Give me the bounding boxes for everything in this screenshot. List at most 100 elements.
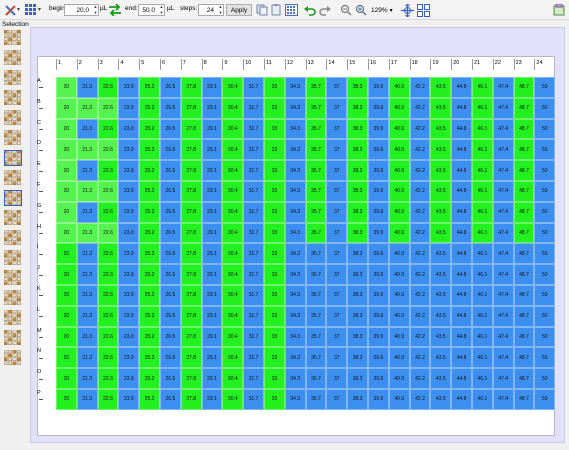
well-cell[interactable]: 23.9 <box>118 97 140 119</box>
well-cell[interactable]: 34.3 <box>284 389 306 410</box>
column-label[interactable]: 21 <box>474 60 480 66</box>
well-cell[interactable]: 47.4 <box>492 347 514 369</box>
well-cell[interactable]: 27.8 <box>180 77 202 98</box>
well-cell[interactable]: 37 <box>326 118 348 140</box>
well-cell[interactable]: 33 <box>264 222 285 244</box>
selection-pattern-icon[interactable] <box>3 109 22 126</box>
well-cell[interactable]: 48.7 <box>513 368 535 389</box>
well-cell[interactable]: 44.8 <box>451 139 472 161</box>
well-cell[interactable]: 48.7 <box>513 285 535 306</box>
well-cell[interactable]: 34.3 <box>284 285 306 306</box>
selection-pattern-icon[interactable] <box>3 169 22 186</box>
column-label[interactable]: 22 <box>495 60 501 66</box>
well-cell[interactable]: 31.7 <box>243 160 264 181</box>
row-label[interactable]: E <box>37 161 50 167</box>
well-cell[interactable]: 25.2 <box>139 326 160 348</box>
well-cell[interactable]: 22.6 <box>97 326 119 348</box>
well-cell[interactable]: 29.1 <box>201 347 223 369</box>
row-label[interactable]: H <box>37 224 50 230</box>
well-cell[interactable]: 48.7 <box>513 326 535 348</box>
well-cell[interactable]: 43.5 <box>430 368 452 389</box>
well-cell[interactable]: 22.6 <box>97 201 119 223</box>
selection-pattern-icon[interactable] <box>3 229 22 246</box>
well-cell[interactable]: 22.6 <box>97 181 119 202</box>
well-cell[interactable]: 43.5 <box>430 222 452 244</box>
well-cell[interactable]: 21.3 <box>76 118 98 140</box>
well-cell[interactable]: 46.1 <box>472 264 493 285</box>
well-cell[interactable]: 44.8 <box>451 201 472 223</box>
well-cell[interactable]: 27.8 <box>180 118 202 140</box>
well-cell[interactable]: 23.9 <box>118 368 140 389</box>
well-cell[interactable]: 30.4 <box>222 118 244 140</box>
well-cell[interactable]: 27.8 <box>180 181 202 202</box>
well-cell[interactable]: 33 <box>264 97 285 119</box>
well-cell[interactable]: 27.8 <box>180 201 202 223</box>
well-cell[interactable]: 50 <box>534 389 556 410</box>
well-cell[interactable]: 30.4 <box>222 222 244 244</box>
well-cell[interactable]: 25.2 <box>139 305 160 327</box>
well-cell[interactable]: 31.7 <box>243 139 264 161</box>
well-cell[interactable]: 31.7 <box>243 222 264 244</box>
selection-pattern-icon[interactable] <box>3 29 22 46</box>
well-cell[interactable]: 25.2 <box>139 139 160 161</box>
column-label[interactable]: 14 <box>328 60 334 66</box>
well-cell[interactable]: 44.8 <box>451 243 472 265</box>
row-label[interactable]: G <box>37 203 50 209</box>
well-cell[interactable]: 25.2 <box>139 77 160 98</box>
well-cell[interactable]: 27.8 <box>180 285 202 306</box>
well-cell[interactable]: 42.2 <box>409 97 431 119</box>
well-cell[interactable]: 39.6 <box>368 305 389 327</box>
well-cell[interactable]: 33 <box>264 305 285 327</box>
well-cell[interactable]: 29.1 <box>201 139 223 161</box>
well-cell[interactable]: 47.4 <box>492 368 514 389</box>
well-cell[interactable]: 26.5 <box>160 389 181 410</box>
well-cell[interactable]: 48.7 <box>513 181 535 202</box>
well-cell[interactable]: 27.8 <box>180 305 202 327</box>
well-cell[interactable]: 29.1 <box>201 222 223 244</box>
well-cell[interactable]: 31.7 <box>243 389 264 410</box>
well-cell[interactable]: 47.4 <box>492 77 514 98</box>
well-cell[interactable]: 48.7 <box>513 222 535 244</box>
well-cell[interactable]: 30.4 <box>222 389 244 410</box>
column-label[interactable]: 6 <box>162 60 165 66</box>
well-cell[interactable]: 25.2 <box>139 264 160 285</box>
well-cell[interactable]: 23.9 <box>118 222 140 244</box>
well-cell[interactable]: 26.5 <box>160 285 181 306</box>
well-cell[interactable]: 23.9 <box>118 264 140 285</box>
well-cell[interactable]: 21.3 <box>76 389 98 410</box>
well-cell[interactable]: 47.4 <box>492 139 514 161</box>
well-cell[interactable]: 38.3 <box>347 264 368 285</box>
well-cell[interactable]: 42.2 <box>409 181 431 202</box>
well-cell[interactable]: 31.7 <box>243 118 264 140</box>
well-cell[interactable]: 44.8 <box>451 118 472 140</box>
well-cell[interactable]: 39.6 <box>368 347 389 369</box>
well-cell[interactable]: 37 <box>326 389 348 410</box>
well-cell[interactable]: 30.4 <box>222 305 244 327</box>
well-cell[interactable]: 50 <box>534 118 556 140</box>
paste-plate-icon[interactable] <box>269 3 283 17</box>
well-cell[interactable]: 23.9 <box>118 77 140 98</box>
well-cell[interactable]: 35.7 <box>305 77 327 98</box>
row-label[interactable]: B <box>37 99 50 105</box>
column-label[interactable]: 7 <box>183 60 186 66</box>
well-cell[interactable]: 50 <box>534 181 556 202</box>
well-cell[interactable]: 23.9 <box>118 181 140 202</box>
well-cell[interactable]: 35.7 <box>305 368 327 389</box>
column-label[interactable]: 17 <box>391 60 397 66</box>
well-cell[interactable]: 48.7 <box>513 305 535 327</box>
well-cell[interactable]: 22.6 <box>97 139 119 161</box>
well-cell[interactable]: 43.5 <box>430 160 452 181</box>
column-label[interactable]: 9 <box>224 60 227 66</box>
well-cell[interactable]: 23.9 <box>118 139 140 161</box>
well-cell[interactable]: 20 <box>56 305 77 327</box>
well-cell[interactable]: 50 <box>534 77 556 98</box>
well-cell[interactable]: 20 <box>56 222 77 244</box>
well-cell[interactable]: 34.3 <box>284 368 306 389</box>
well-cell[interactable]: 39.6 <box>368 201 389 223</box>
well-cell[interactable]: 38.3 <box>347 368 368 389</box>
well-cell[interactable]: 39.6 <box>368 368 389 389</box>
well-cell[interactable]: 25.2 <box>139 160 160 181</box>
well-cell[interactable]: 39.6 <box>368 285 389 306</box>
well-cell[interactable]: 34.3 <box>284 139 306 161</box>
well-cell[interactable]: 33 <box>264 118 285 140</box>
